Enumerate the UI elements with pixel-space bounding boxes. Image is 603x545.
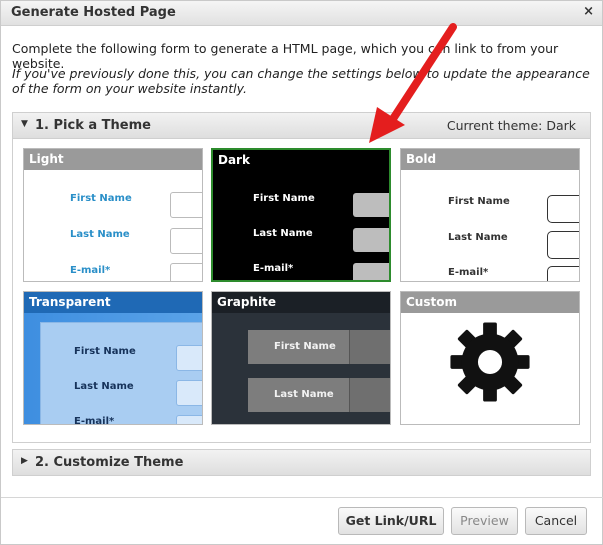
theme-bold-title: Bold xyxy=(401,149,579,170)
triangle-right-icon: ▶ xyxy=(21,456,28,466)
gear-icon xyxy=(450,322,530,402)
footer-divider xyxy=(1,497,603,498)
field-label: First Name xyxy=(448,196,510,207)
triangle-down-icon: ▼ xyxy=(21,119,28,129)
field-label: First Name xyxy=(74,346,136,357)
field-box xyxy=(353,193,389,217)
field-box xyxy=(170,192,202,218)
transparent-panel xyxy=(40,322,202,424)
intro-italic-text: If you've previously done this, you can … xyxy=(12,66,590,96)
theme-graphite-title: Graphite xyxy=(212,292,390,313)
field-label: Last Name xyxy=(253,228,313,239)
field-box xyxy=(170,228,202,254)
get-link-button[interactable]: Get Link/URL xyxy=(338,507,444,535)
preview-button[interactable]: Preview xyxy=(451,507,518,535)
field-label: First Name xyxy=(274,341,336,352)
field-box xyxy=(170,263,202,281)
theme-light[interactable]: Light First Name Last Name E-mail* xyxy=(23,148,203,282)
field-label: E-mail* xyxy=(253,263,294,274)
pick-theme-label: 1. Pick a Theme xyxy=(35,118,151,133)
theme-dark-title: Dark xyxy=(213,150,389,171)
theme-graphite[interactable]: Graphite First Name Last Name xyxy=(211,291,391,425)
field-label: Last Name xyxy=(70,229,130,240)
customize-theme-section: ▶ 2. Customize Theme xyxy=(12,449,591,476)
field-box xyxy=(176,415,202,424)
generate-hosted-page-dialog: Generate Hosted Page × Complete the foll… xyxy=(0,0,603,545)
field-label: First Name xyxy=(253,193,315,204)
theme-bold[interactable]: Bold First Name Last Name E-mail* xyxy=(400,148,580,282)
dialog-title: Generate Hosted Page xyxy=(11,5,176,20)
theme-light-title: Light xyxy=(24,149,202,170)
field-box xyxy=(353,228,389,252)
field-box xyxy=(547,231,579,259)
field-label: E-mail* xyxy=(70,265,111,276)
theme-custom[interactable]: Custom xyxy=(400,291,580,425)
field-label: Last Name xyxy=(448,232,508,243)
field-box xyxy=(547,195,579,223)
theme-dark[interactable]: Dark First Name Last Name E-mail* xyxy=(211,148,391,282)
cancel-button[interactable]: Cancel xyxy=(525,507,587,535)
field-label: Last Name xyxy=(74,381,134,392)
customize-theme-label: 2. Customize Theme xyxy=(35,455,184,470)
close-icon[interactable]: × xyxy=(583,4,594,19)
theme-transparent[interactable]: Transparent First Name Last Name E-mail* xyxy=(23,291,203,425)
theme-transparent-title: Transparent xyxy=(24,292,202,313)
field-label: E-mail* xyxy=(74,416,115,425)
field-label: Last Name xyxy=(274,389,334,400)
annotation-arrow-icon xyxy=(369,23,457,143)
customize-theme-header[interactable]: ▶ 2. Customize Theme xyxy=(13,450,590,475)
dialog-titlebar: Generate Hosted Page × xyxy=(1,1,602,26)
field-label: First Name xyxy=(70,193,132,204)
field-box xyxy=(353,263,389,280)
theme-custom-title: Custom xyxy=(401,292,579,313)
field-label: E-mail* xyxy=(448,267,489,278)
field-box xyxy=(176,380,202,406)
field-box xyxy=(176,345,202,371)
field-box xyxy=(547,266,579,281)
pick-theme-header[interactable]: ▼ 1. Pick a Theme Current theme: Dark xyxy=(13,113,590,139)
